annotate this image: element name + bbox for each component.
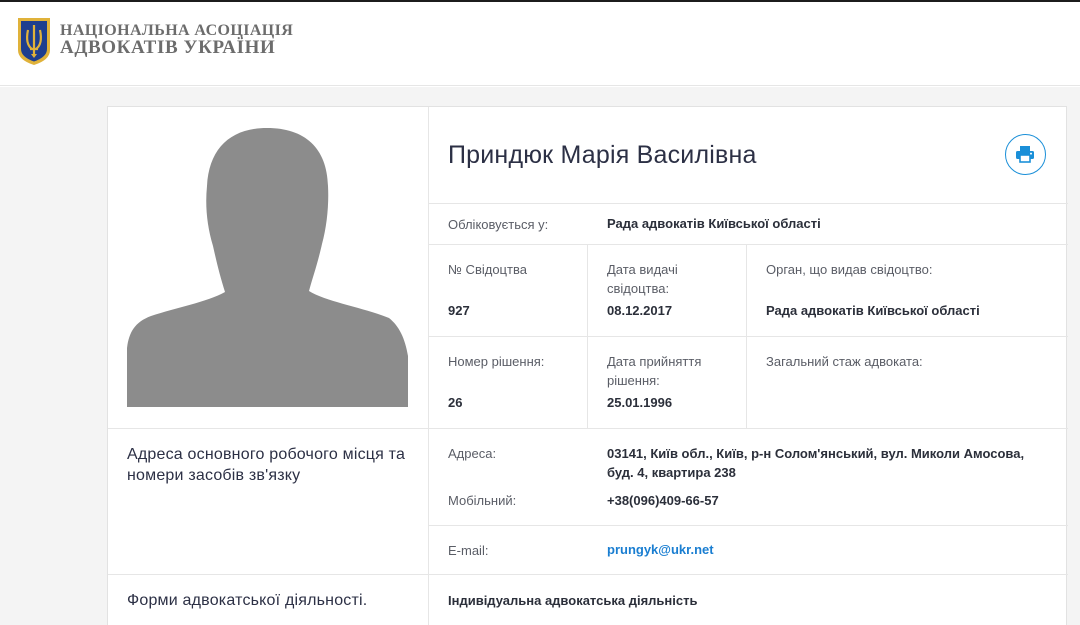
experience-label: Загальний стаж адвоката: [766, 354, 923, 369]
mobile-value: +38(096)409-66-57 [607, 493, 719, 508]
address-value: 03141, Київ обл., Київ, р-н Солом'янськи… [607, 446, 1025, 480]
issuer-label: Орган, що видав свідоцтво: [766, 262, 933, 277]
site-header: НАЦІОНАЛЬНА АСОЦІАЦІЯ АДВОКАТІВ УКРАЇНИ [0, 0, 1080, 86]
email-label: E-mail: [448, 543, 489, 558]
print-button[interactable] [1005, 134, 1046, 175]
activity-value: Індивідуальна адвокатська діяльність [448, 593, 698, 608]
divider-vertical-main [428, 107, 429, 625]
divider-mobile [428, 525, 1068, 526]
org-name[interactable]: НАЦІОНАЛЬНА АСОЦІАЦІЯ АДВОКАТІВ УКРАЇНИ [60, 23, 293, 58]
issue-date-value: 08.12.2017 [607, 303, 673, 318]
registered-label: Обліковується у: [448, 217, 549, 232]
lawyer-profile-card: Приндюк Марія Василівна Обліковується у:… [107, 106, 1068, 625]
header-top-line [0, 0, 1080, 2]
decision-date-value: 25.01.1996 [607, 395, 673, 410]
logo-icon[interactable] [14, 16, 54, 66]
email-link[interactable]: prungyk@ukr.net [607, 540, 714, 559]
cert-number-label: № Свідоцтва [448, 262, 527, 277]
activity-section-title: Форми адвокатської діяльності. [127, 592, 368, 609]
address-label: Адреса: [448, 446, 497, 461]
issuer-value: Рада адвокатів Київської області [766, 303, 980, 318]
divider-email [108, 574, 1068, 575]
contacts-section-title: Адреса основного робочого місця та номер… [127, 446, 406, 484]
mobile-label: Мобільний: [448, 493, 517, 508]
divider-decision-row [108, 428, 1068, 429]
divider-cert-row [428, 336, 1068, 337]
registered-value: Рада адвокатів Київської області [607, 216, 821, 231]
decision-number-label: Номер рішення: [448, 354, 545, 369]
divider-registered [428, 244, 1068, 245]
avatar [127, 126, 408, 407]
cert-number-value: 927 [448, 303, 470, 318]
issue-date-label: Дата видачі свідоцтва: [607, 262, 678, 296]
org-name-line2: АДВОКАТІВ УКРАЇНИ [60, 37, 276, 58]
lawyer-name: Приндюк Марія Василівна [448, 141, 757, 169]
divider-name [428, 203, 1068, 204]
decision-date-label: Дата прийняття рішення: [607, 354, 702, 388]
decision-number-value: 26 [448, 395, 463, 410]
printer-icon [1016, 146, 1034, 163]
